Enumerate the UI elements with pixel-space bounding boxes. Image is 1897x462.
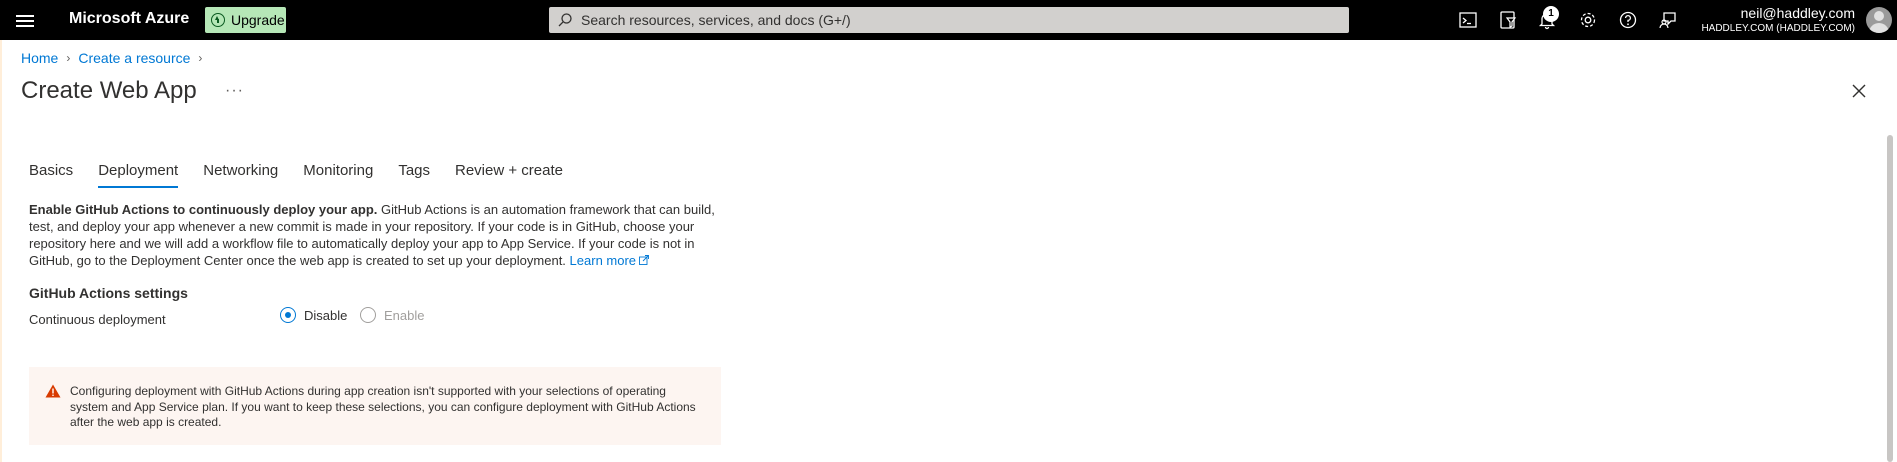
continuous-deployment-label: Continuous deployment [29, 312, 166, 327]
user-tenant: HADDLEY.COM (HADDLEY.COM) [1701, 23, 1855, 34]
tab-networking[interactable]: Networking [203, 162, 278, 188]
settings-icon[interactable] [1578, 10, 1598, 30]
radio-selected-icon [280, 307, 296, 323]
page-title: Create Web App [21, 77, 197, 104]
menu-icon[interactable] [16, 12, 34, 28]
user-email: neil@haddley.com [1740, 5, 1855, 21]
learn-more-link[interactable]: Learn more [570, 253, 636, 268]
notification-badge: 1 [1543, 6, 1559, 22]
radio-unselected-icon [360, 307, 376, 323]
upgrade-button[interactable]: Upgrade [205, 7, 286, 33]
chevron-right-icon: › [198, 51, 203, 65]
chevron-right-icon: › [66, 51, 71, 65]
search-icon [558, 13, 572, 27]
tab-basics[interactable]: Basics [29, 162, 73, 188]
close-icon[interactable] [1851, 83, 1867, 99]
warning-text: Configuring deployment with GitHub Actio… [70, 384, 696, 429]
account-menu[interactable]: neil@haddley.com HADDLEY.COM (HADDLEY.CO… [1701, 5, 1855, 34]
search-input[interactable]: Search resources, services, and docs (G+… [549, 7, 1349, 33]
more-options-icon[interactable]: ··· [225, 82, 244, 100]
tab-monitoring[interactable]: Monitoring [303, 162, 373, 188]
left-edge [0, 40, 2, 462]
tab-bar: Basics Deployment Networking Monitoring … [29, 162, 588, 188]
help-icon[interactable] [1618, 10, 1638, 30]
avatar[interactable] [1866, 7, 1892, 33]
brand-title[interactable]: Microsoft Azure [69, 10, 189, 28]
feedback-icon[interactable] [1658, 10, 1678, 30]
top-bar: Microsoft Azure Upgrade Search resources… [0, 0, 1897, 40]
radio-enable-label: Enable [384, 307, 425, 323]
intro-bold: Enable GitHub Actions to continuously de… [29, 202, 378, 217]
directory-filter-icon[interactable] [1498, 10, 1518, 30]
tab-review-create[interactable]: Review + create [455, 162, 563, 188]
warning-banner: Configuring deployment with GitHub Actio… [29, 367, 721, 445]
github-actions-settings-heading: GitHub Actions settings [29, 285, 188, 301]
breadcrumb-home[interactable]: Home [21, 50, 58, 66]
scrollbar[interactable] [1887, 135, 1893, 462]
radio-enable: Enable [360, 307, 424, 323]
tab-deployment[interactable]: Deployment [98, 162, 179, 188]
radio-disable-label: Disable [304, 307, 348, 323]
intro-text: Enable GitHub Actions to continuously de… [29, 201, 719, 269]
cloud-shell-icon[interactable] [1458, 10, 1478, 30]
tab-tags[interactable]: Tags [398, 162, 430, 188]
radio-disable[interactable]: Disable [280, 307, 347, 323]
warning-icon [45, 384, 61, 398]
upgrade-icon [211, 13, 225, 27]
external-link-icon[interactable] [639, 255, 649, 265]
breadcrumb: Home › Create a resource › [21, 50, 210, 66]
upgrade-label: Upgrade [231, 12, 285, 28]
search-placeholder: Search resources, services, and docs (G+… [581, 12, 851, 28]
breadcrumb-create-resource[interactable]: Create a resource [78, 50, 190, 66]
